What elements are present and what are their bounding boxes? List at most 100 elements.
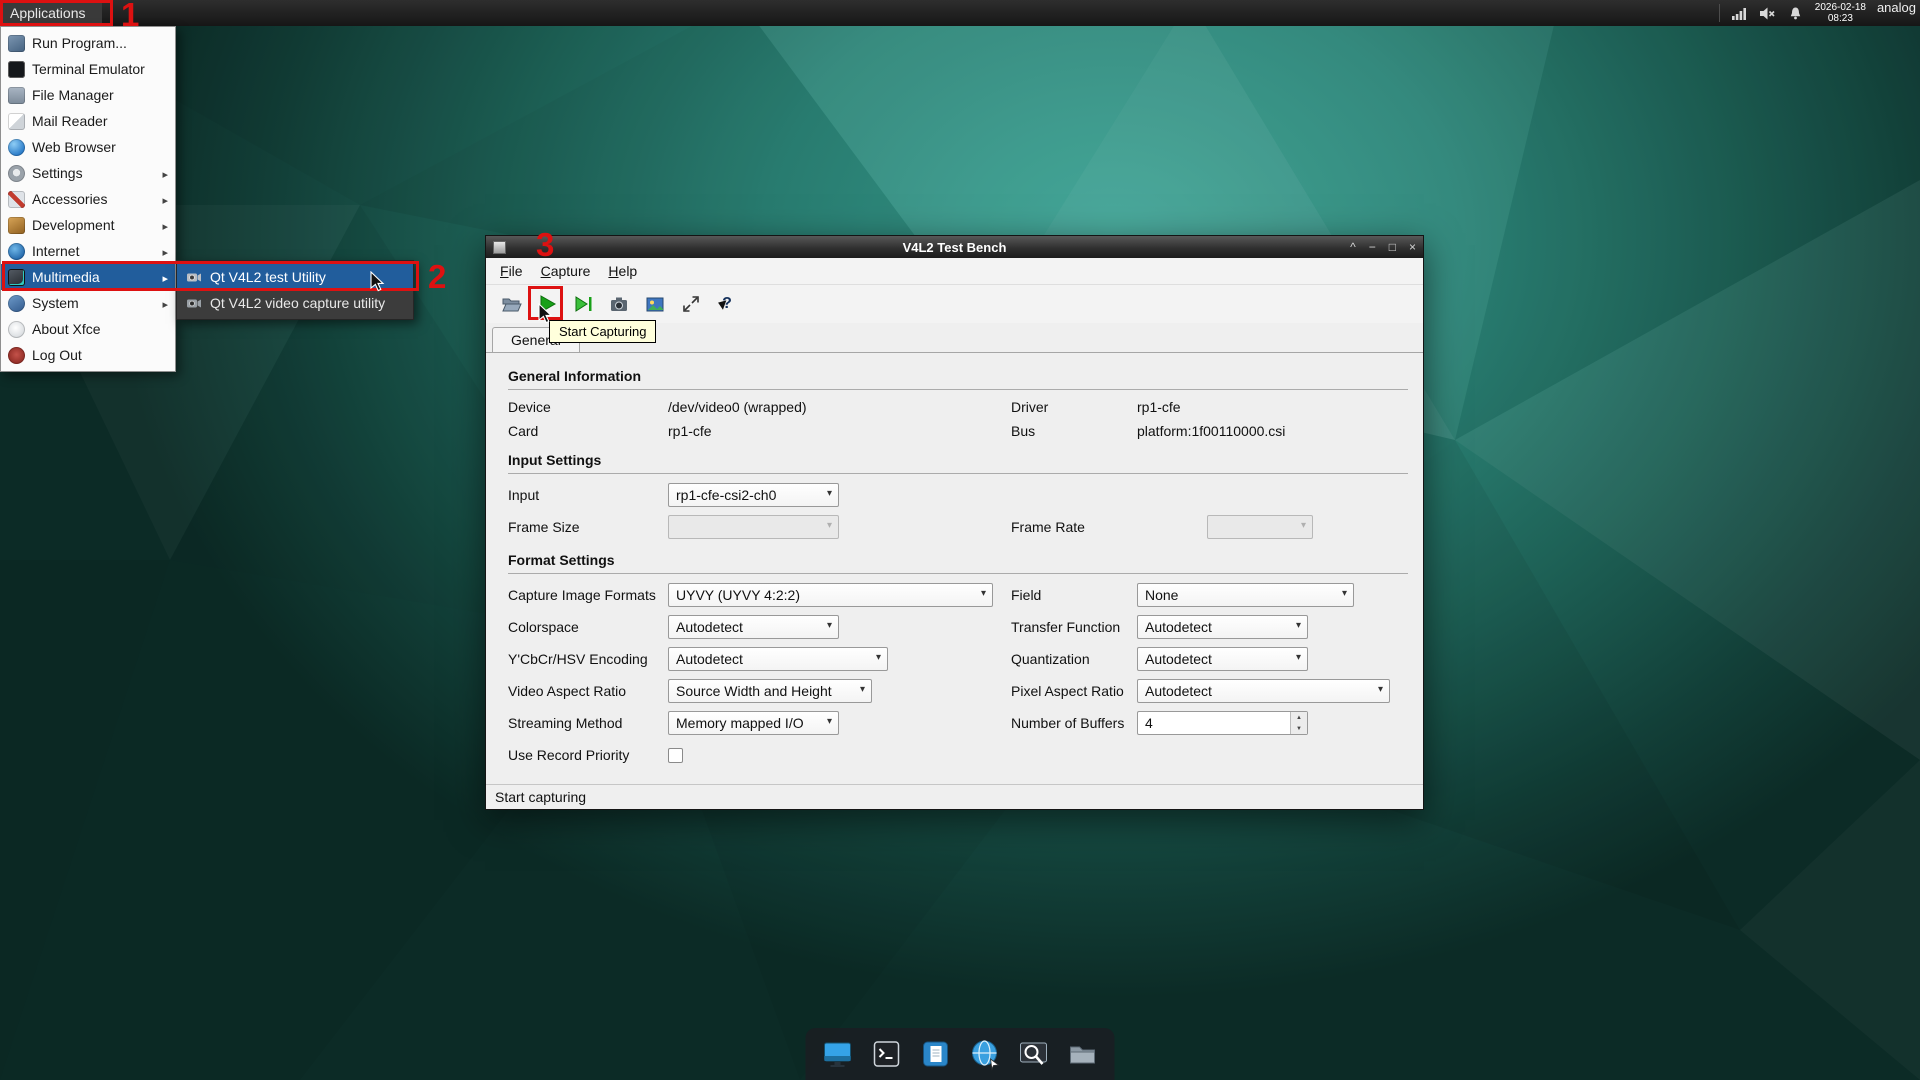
record-priority-checkbox[interactable] [668, 748, 683, 763]
frame-rate-combobox [1207, 515, 1313, 539]
close-button[interactable]: × [1409, 236, 1416, 258]
development-icon [8, 217, 25, 234]
streaming-method-combobox[interactable]: Memory mapped I/O [668, 711, 839, 735]
menu-item-multimedia[interactable]: Multimedia [1, 264, 175, 290]
open-file-button[interactable] [496, 289, 526, 319]
colorspace-label: Colorspace [508, 619, 668, 635]
internet-icon [8, 243, 25, 260]
submenu-item-qt-v4l2-test-utility[interactable]: Qt V4L2 test Utility [177, 264, 413, 290]
row-colorspace-transfer: Colorspace Autodetect Transfer Function … [508, 611, 1408, 643]
menu-item-terminal-emulator[interactable]: Terminal Emulator [1, 56, 175, 82]
menu-item-accessories[interactable]: Accessories [1, 186, 175, 212]
capture-formats-combobox[interactable]: UYVY (UYVY 4:2:2) [668, 583, 993, 607]
panel-clock[interactable]: 2026-02-18 08:23 [1815, 2, 1866, 24]
colorspace-combobox[interactable]: Autodetect [668, 615, 839, 639]
maximize-button[interactable]: □ [1389, 236, 1396, 258]
dock-desktop-launcher[interactable] [818, 1034, 858, 1074]
menu-item-settings[interactable]: Settings [1, 160, 175, 186]
number-of-buffers-spinbox[interactable]: 4 [1137, 711, 1308, 735]
desktop-display-icon [819, 1035, 857, 1073]
dock-app-finder-launcher[interactable] [1014, 1034, 1054, 1074]
submenu-arrow-icon [158, 295, 168, 311]
window-icon [493, 241, 506, 254]
menu-item-development[interactable]: Development [1, 212, 175, 238]
save-raw-frame-button[interactable] [640, 289, 670, 319]
pixel-aspect-combobox[interactable]: Autodetect [1137, 679, 1390, 703]
shade-button[interactable]: ^ [1350, 236, 1356, 258]
row-video-pixel-aspect: Video Aspect Ratio Source Width and Heig… [508, 675, 1408, 707]
window-toolbar [486, 285, 1423, 323]
field-combobox[interactable]: None [1137, 583, 1354, 607]
menu-item-log-out[interactable]: Log Out [1, 342, 175, 368]
menu-item-system[interactable]: System [1, 290, 175, 316]
window-titlebar[interactable]: V4L2 Test Bench ^ − □ × [486, 236, 1423, 258]
quantization-label: Quantization [1011, 651, 1137, 667]
app-finder-magnifier-icon [1015, 1035, 1053, 1073]
applications-menu-button[interactable]: Applications [0, 0, 102, 26]
accessories-icon [8, 191, 25, 208]
window-title: V4L2 Test Bench [486, 240, 1423, 255]
terminal-icon [868, 1035, 906, 1073]
ycbcr-encoding-combobox[interactable]: Autodetect [668, 647, 888, 671]
notifications-bell-icon[interactable] [1787, 5, 1804, 22]
menu-item-internet[interactable]: Internet [1, 238, 175, 264]
menu-item-run-program[interactable]: Run Program... [1, 30, 175, 56]
settings-icon [8, 165, 25, 182]
info-row-device-driver: Device /dev/video0 (wrapped) Driver rp1-… [508, 395, 1408, 419]
clock-date: 2026-02-18 [1815, 2, 1866, 13]
menu-item-about-xfce[interactable]: About Xfce [1, 316, 175, 342]
applications-menu: Run Program... Terminal Emulator File Ma… [0, 26, 176, 372]
snapshot-button[interactable] [604, 289, 634, 319]
submenu-arrow-icon [158, 217, 168, 233]
menu-help[interactable]: Help [599, 260, 646, 282]
whats-this-help-button[interactable] [712, 289, 742, 319]
mail-icon [8, 113, 25, 130]
spin-up-icon[interactable] [1291, 712, 1307, 723]
menu-item-label: About Xfce [32, 321, 101, 337]
submenu-arrow-icon [158, 243, 168, 259]
quantization-combobox[interactable]: Autodetect [1137, 647, 1308, 671]
menu-capture[interactable]: Capture [532, 260, 600, 282]
file-manager-folder-icon [1064, 1035, 1102, 1073]
submenu-arrow-icon [158, 191, 168, 207]
submenu-item-qt-v4l2-video-capture-utility[interactable]: Qt V4L2 video capture utility [177, 290, 413, 316]
field-label: Field [1011, 587, 1137, 603]
minimize-button[interactable]: − [1369, 236, 1376, 258]
dock-web-browser-launcher[interactable] [965, 1034, 1005, 1074]
video-aspect-combobox[interactable]: Source Width and Height [668, 679, 872, 703]
network-signal-icon[interactable] [1731, 5, 1748, 22]
device-value: /dev/video0 (wrapped) [668, 399, 1011, 415]
device-label: Device [508, 399, 668, 415]
driver-value: rp1-cfe [1137, 399, 1408, 415]
row-capture-formats-field: Capture Image Formats UYVY (UYVY 4:2:2) … [508, 579, 1408, 611]
resize-to-frame-button[interactable] [676, 289, 706, 319]
video-aspect-label: Video Aspect Ratio [508, 683, 668, 699]
web-browser-icon [8, 139, 25, 156]
frame-size-combobox [668, 515, 839, 539]
window-menubar: File Capture Help [486, 258, 1423, 285]
status-text: Start capturing [495, 789, 586, 805]
volume-muted-icon[interactable] [1759, 5, 1776, 22]
clock-time: 08:23 [1828, 13, 1853, 24]
menu-item-label: System [32, 295, 79, 311]
menu-item-file-manager[interactable]: File Manager [1, 82, 175, 108]
menu-item-web-browser[interactable]: Web Browser [1, 134, 175, 160]
menu-item-mail-reader[interactable]: Mail Reader [1, 108, 175, 134]
open-file-icon [500, 293, 522, 315]
record-priority-label: Use Record Priority [508, 747, 668, 763]
terminal-icon [8, 61, 25, 78]
resize-arrows-icon [680, 293, 702, 315]
menu-file[interactable]: File [491, 260, 532, 282]
start-capturing-button[interactable] [532, 289, 562, 319]
start-capturing-tooltip: Start Capturing [549, 320, 656, 343]
file-manager-icon [8, 87, 25, 104]
dock-text-editor-launcher[interactable] [916, 1034, 956, 1074]
input-combobox[interactable]: rp1-cfe-csi2-ch0 [668, 483, 839, 507]
spin-down-icon[interactable] [1291, 723, 1307, 734]
frame-size-label: Frame Size [508, 519, 668, 535]
transfer-function-combobox[interactable]: Autodetect [1137, 615, 1308, 639]
dock-file-manager-launcher[interactable] [1063, 1034, 1103, 1074]
start-capturing-frame-button[interactable] [568, 289, 598, 319]
row-record-priority: Use Record Priority [508, 739, 1408, 771]
dock-terminal-launcher[interactable] [867, 1034, 907, 1074]
